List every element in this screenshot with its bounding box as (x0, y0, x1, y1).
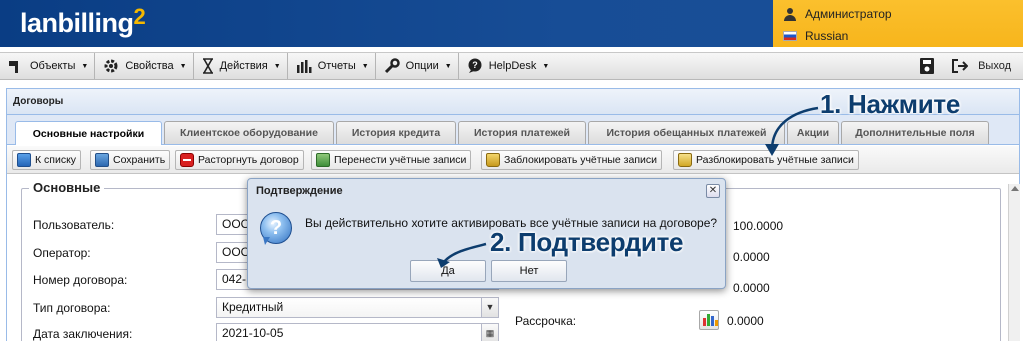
user-icon (783, 7, 797, 21)
menu-options[interactable]: Опции ▼ (376, 53, 459, 79)
close-icon[interactable]: ✕ (706, 184, 720, 198)
tab-payment-history[interactable]: История платежей (458, 121, 586, 144)
chevron-down-icon[interactable]: ▼ (481, 298, 498, 317)
tab-promotions[interactable]: Акции (787, 121, 839, 144)
chevron-down-icon: ▼ (273, 62, 281, 70)
no-button[interactable]: Нет (491, 260, 567, 282)
russia-flag-icon (783, 31, 797, 41)
vertical-scrollbar[interactable] (1008, 184, 1020, 341)
chevron-down-icon: ▼ (361, 62, 369, 70)
transfer-accounts-button[interactable]: Перенести учётные записи (311, 150, 472, 170)
question-icon: ? (260, 212, 292, 245)
balance-value: 100.0000 (733, 219, 784, 233)
chevron-down-icon: ▼ (542, 62, 550, 70)
tab-client-equipment[interactable]: Клиентское оборудование (164, 121, 334, 144)
transfer-icon (316, 153, 330, 167)
contract-type-select[interactable]: Кредитный ▼ (216, 297, 499, 318)
save-icon (95, 153, 109, 167)
promised-value: 0.0000 (733, 281, 770, 295)
tab-promised-payments[interactable]: История обещанных платежей (588, 121, 785, 144)
menu-actions[interactable]: Действия ▼ (194, 53, 288, 79)
svg-text:?: ? (472, 60, 478, 70)
app-logo: lanbilling2 (20, 4, 146, 38)
installment-label: Рассрочка: (515, 314, 577, 328)
toolbar: К списку Сохранить Расторгнуть договор П… (7, 146, 1019, 174)
user-panel: Администратор Russian (773, 0, 1023, 47)
stop-icon (180, 153, 194, 167)
language-selector[interactable]: Russian (783, 29, 848, 43)
tab-main-settings[interactable]: Основные настройки (15, 121, 162, 145)
unlock-accounts-button[interactable]: Разблокировать учётные записи (673, 150, 859, 170)
installment-value: 0.0000 (727, 314, 764, 328)
tab-credit-history[interactable]: История кредита (336, 121, 456, 144)
yes-button[interactable]: Да (410, 260, 486, 282)
calendar-icon[interactable]: ▦ (481, 324, 498, 341)
lock-accounts-button[interactable]: Заблокировать учётные записи (481, 150, 663, 170)
operator-label: Оператор: (33, 246, 91, 260)
back-list-icon (17, 153, 31, 167)
chevron-down-icon: ▼ (444, 62, 452, 70)
user-label: Пользователь: (33, 218, 115, 232)
menu-helpdesk[interactable]: ? HelpDesk ▼ (459, 53, 556, 79)
fieldset-legend: Основные (29, 180, 105, 195)
contract-type-label: Тип договора: (33, 301, 111, 315)
step1-annotation: 1. Нажмите (820, 89, 960, 119)
exit-button[interactable]: Выход (952, 59, 1011, 73)
chevron-down-icon: ▼ (179, 62, 187, 70)
bar-chart-icon (296, 60, 312, 73)
user-menu[interactable]: Администратор (783, 7, 892, 21)
hourglass-icon (202, 58, 213, 74)
chevron-down-icon: ▼ (81, 62, 89, 70)
language-label: Russian (805, 29, 849, 43)
menu-properties[interactable]: Свойства ▼ (95, 53, 194, 79)
dialog-title: Подтверждение (256, 185, 343, 197)
gear-icon (104, 59, 118, 73)
save-disk-icon[interactable] (920, 58, 935, 74)
menu-reports[interactable]: Отчеты ▼ (288, 53, 376, 79)
step2-annotation: 2. Подтвердите (490, 227, 684, 257)
credit-value: 0.0000 (733, 250, 770, 264)
tab-extra-fields[interactable]: Дополнительные поля (841, 121, 989, 144)
wrench-icon (384, 58, 400, 74)
unlock-icon (678, 153, 692, 167)
app-header: lanbilling2 Администратор Russian (0, 0, 1023, 47)
terminate-contract-button[interactable]: Расторгнуть договор (175, 150, 304, 170)
back-to-list-button[interactable]: К списку (12, 150, 82, 170)
menu-right: Выход (920, 53, 1011, 79)
installment-chart-button[interactable] (699, 310, 719, 330)
lock-icon (486, 153, 500, 167)
hammer-icon (9, 61, 18, 73)
save-button[interactable]: Сохранить (90, 150, 171, 170)
menu-objects[interactable]: Объекты ▼ (0, 53, 96, 79)
user-name: Администратор (805, 7, 892, 21)
speech-bubble-icon: ? (468, 58, 482, 73)
main-menu: Объекты ▼ Свойства ▼ Действия ▼ Отчеты ▼ Опц… (0, 52, 1023, 80)
logout-icon (952, 59, 969, 73)
contract-date-field[interactable]: 2021-10-05 ▦ (216, 323, 499, 341)
contract-number-label: Номер договора: (33, 273, 128, 287)
contract-date-label: Дата заключения: (33, 327, 133, 341)
